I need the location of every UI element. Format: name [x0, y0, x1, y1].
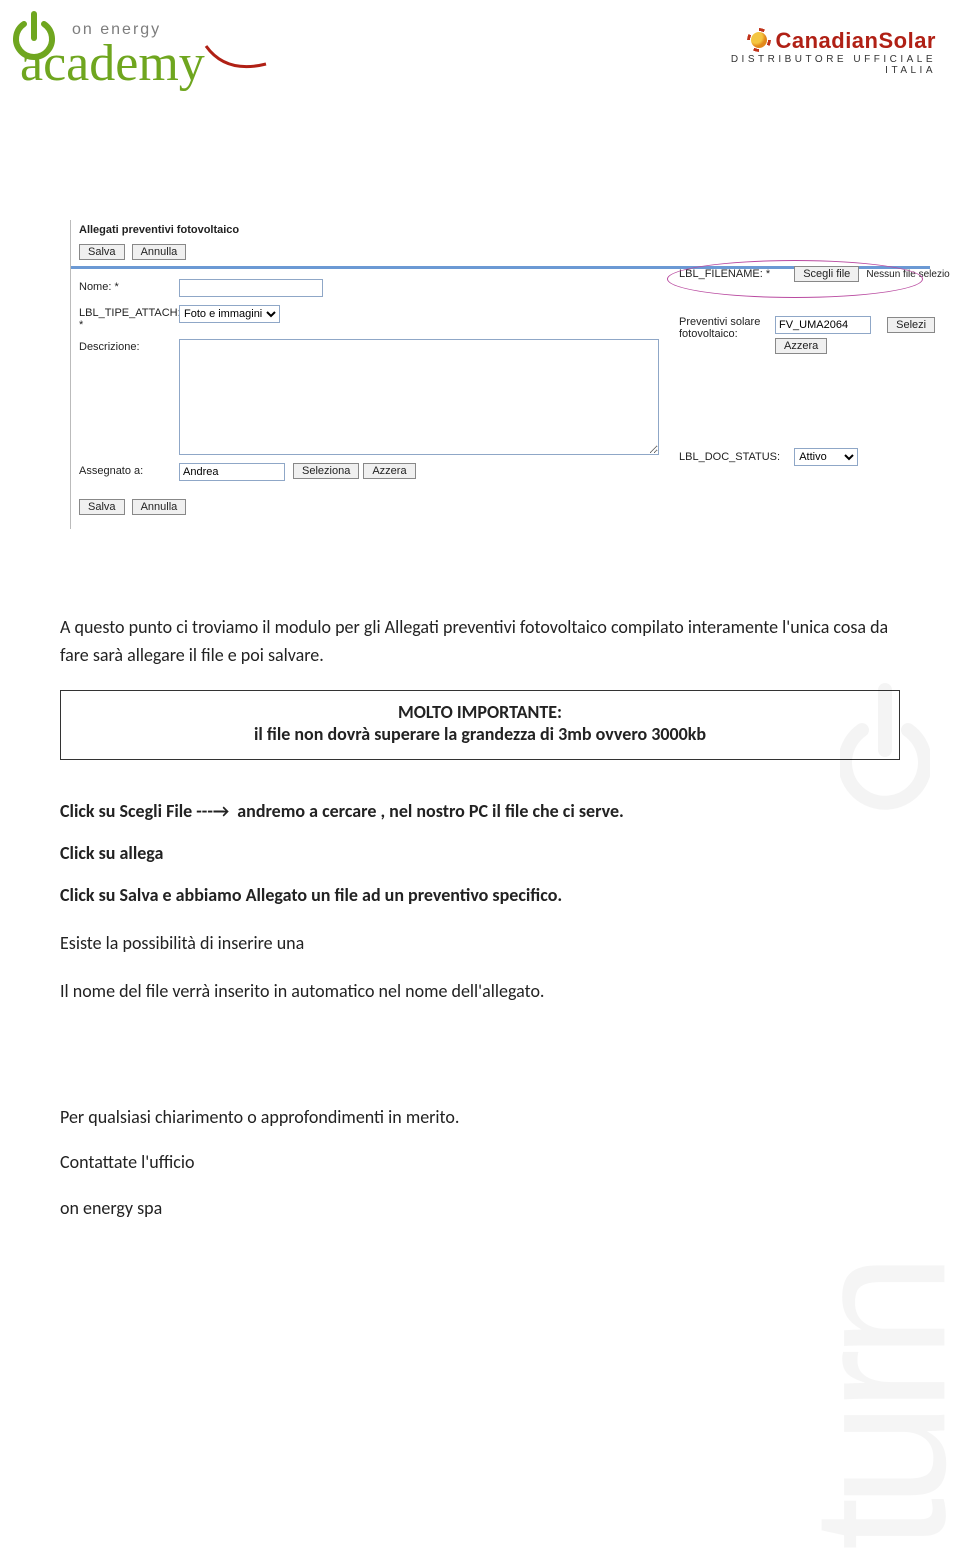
filename-label: LBL_FILENAME: * — [679, 268, 770, 280]
para-onenergy: on energy spa — [60, 1195, 900, 1223]
intro-paragraph: A questo punto ci troviamo il modulo per… — [60, 614, 900, 670]
form-title: Allegati preventivi fotovoltaico — [79, 220, 930, 244]
para-nome-file: Il nome del file verrà inserito in autom… — [60, 978, 900, 1006]
preventivi-input[interactable] — [775, 316, 871, 334]
important-notice-box: MOLTO IMPORTANTE: il file non dovrà supe… — [60, 690, 900, 760]
assign-select-button[interactable]: Seleziona — [293, 463, 359, 479]
step-allega: Click su allega — [60, 842, 900, 864]
instruction-body: A questo punto ci troviamo il modulo per… — [60, 614, 900, 1231]
desc-textarea[interactable] — [179, 339, 659, 455]
sun-icon — [747, 28, 771, 52]
arrow-icon: → — [213, 800, 229, 822]
para-possibilita: Esiste la possibilità di inserire una — [60, 930, 900, 958]
type-select[interactable]: Foto e immagini — [179, 305, 280, 323]
watermark-text: turn — [770, 1263, 960, 1550]
logo-canadian-solar: CanadianSolar DISTRIBUTORE UFFICIALE ITA… — [696, 28, 936, 82]
assign-input[interactable] — [179, 463, 285, 481]
notice-line: il file non dovrà superare la grandezza … — [254, 723, 706, 745]
docstatus-select[interactable]: Attivo — [794, 448, 858, 466]
docstatus-label: LBL_DOC_STATUS: — [679, 451, 780, 463]
desc-label: Descrizione: — [79, 339, 179, 353]
preventivi-select-button[interactable]: Selezi — [887, 317, 935, 333]
save-button-bottom[interactable]: Salva — [79, 499, 125, 515]
assign-reset-button[interactable]: Azzera — [363, 463, 415, 479]
notice-title: MOLTO IMPORTANTE: — [398, 701, 562, 723]
save-button-top[interactable]: Salva — [79, 244, 125, 260]
allegati-form-screenshot: Allegati preventivi fotovoltaico Salva A… — [70, 220, 930, 529]
step-scegli-file: Click su Scegli File ---→ andremo a cerc… — [60, 800, 900, 822]
browse-file-button[interactable]: Scegli file — [794, 266, 859, 282]
cancel-button-top[interactable]: Annulla — [132, 244, 187, 260]
preventivi-reset-button[interactable]: Azzera — [775, 338, 827, 354]
name-input[interactable] — [179, 279, 323, 297]
assign-label: Assegnato a: — [79, 463, 179, 477]
browse-file-status: Nessun file selezio — [866, 269, 949, 280]
preventivi-label: Preventivi solare fotovoltaico: — [679, 316, 769, 340]
para-contattate: Contattate l'ufficio — [60, 1149, 900, 1177]
name-label: Nome: * — [79, 279, 179, 293]
step-salva: Click su Salva e abbiamo Allegato un fil… — [60, 884, 900, 906]
logo-on-energy-academy: on energy academy — [6, 6, 276, 96]
para-chiarimento: Per qualsiasi chiarimento o approfondime… — [60, 1104, 900, 1132]
type-label: LBL_TIPE_ATTACH: * — [79, 305, 179, 331]
logo-text-academy: academy — [20, 35, 205, 92]
cancel-button-bottom[interactable]: Annulla — [132, 499, 187, 515]
